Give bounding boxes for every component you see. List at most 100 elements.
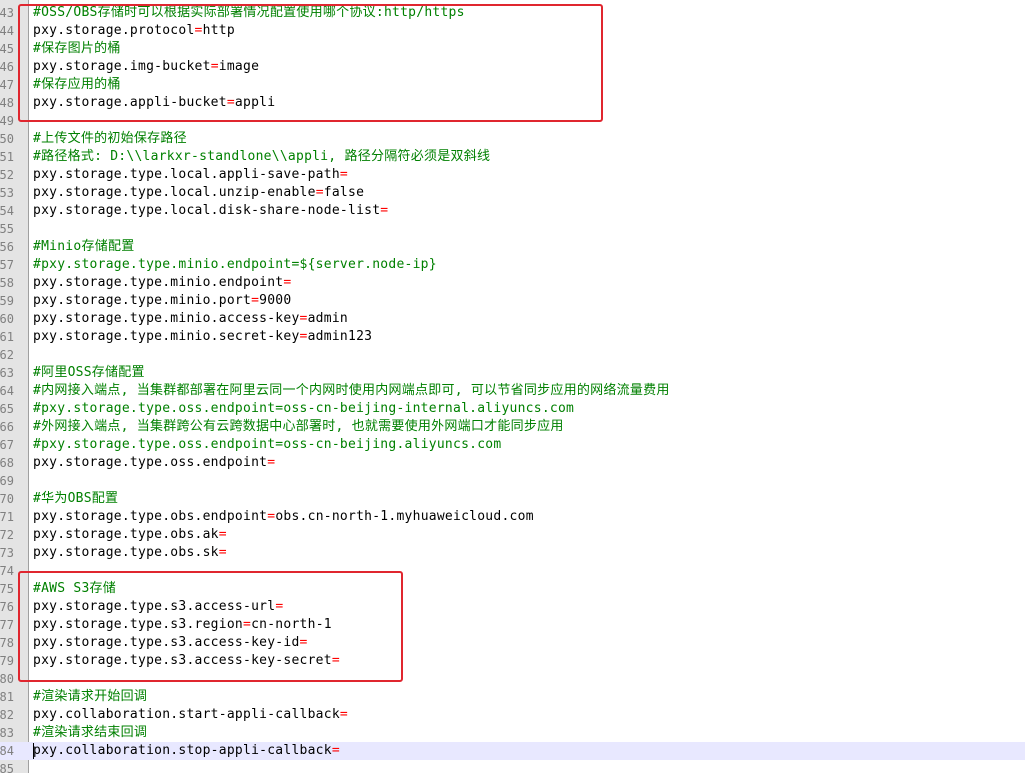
line-content: pxy.storage.type.s3.access-key-id= <box>33 634 308 652</box>
property-key: pxy.collaboration.stop-appli-callback <box>33 743 332 758</box>
code-line[interactable]: 66 #外网接入端点, 当集群跨公有云跨数据中心部署时, 也就需要使用外网端口才能… <box>0 418 1025 436</box>
assignment-operator: = <box>251 293 260 308</box>
code-line[interactable]: 80 <box>0 670 1025 688</box>
code-line[interactable]: 65 #pxy.storage.type.oss.endpoint=oss-cn-… <box>0 400 1025 418</box>
line-content: #路径格式: D:\\larkxr-standlone\\appli, 路径分隔… <box>33 148 490 166</box>
code-line[interactable]: 68 pxy.storage.type.oss.endpoint= <box>0 454 1025 472</box>
code-line[interactable]: 63 #阿里OSS存储配置 <box>0 364 1025 382</box>
assignment-operator: = <box>275 599 284 614</box>
code-line[interactable]: 54 pxy.storage.type.local.disk-share-node… <box>0 202 1025 220</box>
property-value: 9000 <box>259 293 292 308</box>
assignment-operator: = <box>226 95 235 110</box>
line-number: 83 <box>0 726 14 740</box>
code-line[interactable]: 78 pxy.storage.type.s3.access-key-id= <box>0 634 1025 652</box>
code-line[interactable]: 76 pxy.storage.type.s3.access-url= <box>0 598 1025 616</box>
code-line[interactable]: 79 pxy.storage.type.s3.access-key-secret= <box>0 652 1025 670</box>
code-line[interactable]: 50 #上传文件的初始保存路径 <box>0 130 1025 148</box>
line-number: 47 <box>0 78 14 92</box>
code-line[interactable]: 47 #保存应用的桶 <box>0 76 1025 94</box>
code-line[interactable]: 67 #pxy.storage.type.oss.endpoint=oss-cn-… <box>0 436 1025 454</box>
assignment-operator: = <box>299 635 308 650</box>
code-line[interactable]: 60 pxy.storage.type.minio.access-key=admi… <box>0 310 1025 328</box>
code-line[interactable]: 85 <box>0 760 1025 773</box>
code-line[interactable]: 62 <box>0 346 1025 364</box>
line-number: 56 <box>0 240 14 254</box>
code-line[interactable]: 44 pxy.storage.protocol=http <box>0 22 1025 40</box>
line-content: pxy.storage.type.minio.endpoint= <box>33 274 291 292</box>
line-number: 44 <box>0 24 14 38</box>
comment-text: #外网接入端点, 当集群跨公有云跨数据中心部署时, 也就需要使用外网端口才能同步… <box>33 419 564 434</box>
line-number: 79 <box>0 654 14 668</box>
code-line[interactable]: 55 <box>0 220 1025 238</box>
comment-text: #AWS S3存储 <box>33 581 117 596</box>
comment-text: #上传文件的初始保存路径 <box>33 131 187 146</box>
assignment-operator: = <box>331 743 340 758</box>
code-line[interactable]: 73 pxy.storage.type.obs.sk= <box>0 544 1025 562</box>
property-key: pxy.storage.type.minio.endpoint <box>33 275 284 290</box>
assignment-operator: = <box>331 653 340 668</box>
line-number: 51 <box>0 150 14 164</box>
property-key: pxy.storage.type.s3.access-key-secret <box>33 653 332 668</box>
code-line[interactable]: 56 #Minio存储配置 <box>0 238 1025 256</box>
property-key: pxy.collaboration.start-appli-callback <box>33 707 340 722</box>
line-content: pxy.storage.type.minio.access-key=admin <box>33 310 348 328</box>
code-line[interactable]: 57 #pxy.storage.type.minio.endpoint=${ser… <box>0 256 1025 274</box>
line-content: #保存应用的桶 <box>33 76 121 94</box>
code-line[interactable]: 75 #AWS S3存储 <box>0 580 1025 598</box>
code-line[interactable]: 45 #保存图片的桶 <box>0 40 1025 58</box>
code-line[interactable]: 51 #路径格式: D:\\larkxr-standlone\\appli, 路径… <box>0 148 1025 166</box>
code-line[interactable]: 46 pxy.storage.img-bucket=image <box>0 58 1025 76</box>
code-line[interactable]: 52 pxy.storage.type.local.appli-save-path… <box>0 166 1025 184</box>
code-line[interactable]: 69 <box>0 472 1025 490</box>
comment-text: #渲染请求开始回调 <box>33 689 148 704</box>
code-line[interactable]: 48 pxy.storage.appli-bucket=appli <box>0 94 1025 112</box>
line-number: 72 <box>0 528 14 542</box>
property-key: pxy.storage.type.s3.access-key-id <box>33 635 300 650</box>
line-number: 62 <box>0 348 14 362</box>
property-key: pxy.storage.type.local.appli-save-path <box>33 167 340 182</box>
line-content: #pxy.storage.type.minio.endpoint=${serve… <box>33 256 437 274</box>
property-key: pxy.storage.appli-bucket <box>33 95 227 110</box>
code-line[interactable]: 61 pxy.storage.type.minio.secret-key=admi… <box>0 328 1025 346</box>
assignment-operator: = <box>218 527 227 542</box>
code-line[interactable]: 83 #渲染请求结束回调 <box>0 724 1025 742</box>
property-key: pxy.storage.type.s3.region <box>33 617 243 632</box>
property-value: obs.cn-north-1.myhuaweicloud.com <box>275 509 534 524</box>
line-number: 69 <box>0 474 14 488</box>
code-line[interactable]: 72 pxy.storage.type.obs.ak= <box>0 526 1025 544</box>
line-content: pxy.collaboration.start-appli-callback= <box>33 706 348 724</box>
property-key: pxy.storage.type.minio.secret-key <box>33 329 300 344</box>
line-number: 52 <box>0 168 14 182</box>
code-line[interactable]: 81 #渲染请求开始回调 <box>0 688 1025 706</box>
line-content: #pxy.storage.type.oss.endpoint=oss-cn-be… <box>33 400 574 418</box>
code-lines[interactable]: 43 #OSS/OBS存储时可以根据实际部署情况配置使用哪个协议:http/htt… <box>0 4 1025 773</box>
text-editor[interactable]: 43 #OSS/OBS存储时可以根据实际部署情况配置使用哪个协议:http/htt… <box>0 0 1025 773</box>
code-line[interactable]: 49 <box>0 112 1025 130</box>
line-number: 80 <box>0 672 14 686</box>
line-number: 57 <box>0 258 14 272</box>
code-line[interactable]: 43 #OSS/OBS存储时可以根据实际部署情况配置使用哪个协议:http/htt… <box>0 4 1025 22</box>
line-number: 74 <box>0 564 14 578</box>
code-line[interactable]: 82 pxy.collaboration.start-appli-callback… <box>0 706 1025 724</box>
line-number: 71 <box>0 510 14 524</box>
line-content: pxy.storage.type.s3.access-key-secret= <box>33 652 340 670</box>
code-line[interactable]: 70 #华为OBS配置 <box>0 490 1025 508</box>
line-content: pxy.storage.type.obs.ak= <box>33 526 227 544</box>
line-number: 68 <box>0 456 14 470</box>
code-line[interactable]: 58 pxy.storage.type.minio.endpoint= <box>0 274 1025 292</box>
code-line[interactable]: 74 <box>0 562 1025 580</box>
assignment-operator: = <box>210 59 219 74</box>
code-line[interactable]: 84 pxy.collaboration.stop-appli-callback= <box>0 742 1025 760</box>
comment-text: #路径格式: D:\\larkxr-standlone\\appli, 路径分隔… <box>33 149 491 164</box>
line-content: pxy.storage.type.obs.sk= <box>33 544 227 562</box>
code-line[interactable]: 59 pxy.storage.type.minio.port=9000 <box>0 292 1025 310</box>
property-value: admin123 <box>307 329 373 344</box>
code-line[interactable]: 53 pxy.storage.type.local.unzip-enable=fa… <box>0 184 1025 202</box>
code-line[interactable]: 77 pxy.storage.type.s3.region=cn-north-1 <box>0 616 1025 634</box>
line-content: pxy.storage.type.s3.access-url= <box>33 598 283 616</box>
code-line[interactable]: 71 pxy.storage.type.obs.endpoint=obs.cn-n… <box>0 508 1025 526</box>
line-number: 76 <box>0 600 14 614</box>
assignment-operator: = <box>315 185 324 200</box>
code-line[interactable]: 64 #内网接入端点, 当集群都部署在阿里云同一个内网时使用内网端点即可, 可以节… <box>0 382 1025 400</box>
property-key: pxy.storage.protocol <box>33 23 195 38</box>
